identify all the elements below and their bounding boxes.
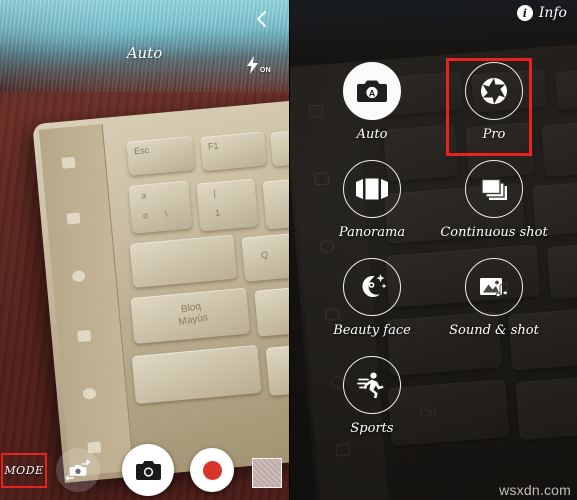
mode-label-sound-and-shot: Sound & shot (449, 323, 539, 338)
key-shift (131, 344, 262, 405)
photo-music-icon (480, 278, 508, 297)
key-tab (129, 234, 238, 288)
mode-label-auto: Auto (356, 127, 388, 142)
mode-label-panorama: Panorama (338, 225, 406, 240)
key-blank-3 (254, 286, 289, 337)
key-blank-1 (262, 176, 289, 230)
mode-button-label: MODE (4, 464, 44, 477)
chevron-left-icon[interactable] (251, 8, 273, 30)
key-f1-label: F1 (207, 140, 219, 152)
switch-camera-icon (65, 459, 91, 481)
key-q-label: Q (260, 249, 269, 261)
mode-icon-wrap-pro (465, 62, 523, 120)
key-backslash-label: \ (164, 208, 168, 219)
mode-item-beauty-face[interactable]: Beauty face (311, 258, 433, 338)
key-q: Q (241, 233, 289, 282)
mode-icon-wrap-sports (343, 356, 401, 414)
key-f2 (270, 127, 289, 167)
mode-item-pro[interactable]: Pro (433, 62, 555, 142)
mode-item-sports[interactable]: Sports (311, 356, 433, 436)
gallery-thumbnail[interactable] (252, 458, 282, 488)
key-a-label: a (140, 190, 147, 201)
camera-icon (135, 460, 161, 480)
record-dot-icon (202, 460, 222, 480)
switch-camera-button[interactable] (56, 448, 100, 492)
mode-icon-wrap-auto: A (343, 62, 401, 120)
info-button[interactable]: i Info (516, 5, 567, 21)
keyboard-subject: Esc F1 a o \ | 1 Q Bloq Mayús (32, 97, 289, 483)
mode-grid: A Auto Pro Panorama Continuous shot Beau… (289, 62, 577, 436)
mode-icon-wrap-sound-and-shot (465, 258, 523, 316)
flash-toggle[interactable]: ON (246, 56, 271, 74)
camera-preview-panel: Esc F1 a o \ | 1 Q Bloq Mayús Auto ON MO… (0, 0, 289, 500)
stacked-photos-icon (481, 178, 507, 200)
mode-icon-wrap-panorama (343, 160, 401, 218)
preview-bottom-bar: MODE (0, 428, 289, 500)
mode-item-auto[interactable]: A Auto (311, 62, 433, 142)
key-blank-5 (265, 343, 289, 396)
preview-top-bar: Auto ON (0, 0, 289, 90)
key-pipe-1: | 1 (196, 178, 259, 232)
panel-divider (289, 0, 290, 500)
watermark: wsxdn.com (499, 482, 571, 498)
flash-icon (246, 56, 258, 74)
beauty-face-icon (362, 274, 387, 297)
key-esc: Esc (126, 135, 196, 176)
mode-icon-wrap-continuous-shot (465, 160, 523, 218)
aperture-icon (481, 78, 507, 104)
screenshot-root: Esc F1 a o \ | 1 Q Bloq Mayús Auto ON MO… (0, 0, 577, 500)
mode-item-continuous-shot[interactable]: Continuous shot (433, 160, 555, 240)
key-o-label: o (142, 210, 149, 221)
mode-item-panorama[interactable]: Panorama (311, 160, 433, 240)
mode-item-sound-and-shot[interactable]: Sound & shot (433, 258, 555, 338)
sports-runner-icon (357, 372, 384, 399)
mode-label-beauty-face: Beauty face (333, 323, 411, 338)
record-button[interactable] (190, 448, 234, 492)
key-1-label: 1 (214, 207, 221, 219)
svg-text:A: A (369, 88, 376, 98)
info-icon: i (516, 5, 533, 21)
mode-icon-wrap-beauty-face (343, 258, 401, 316)
fn-icon-2 (66, 212, 81, 225)
mode-button[interactable]: MODE (1, 453, 47, 488)
key-pipe-label: | (212, 188, 217, 199)
shutter-button[interactable] (122, 444, 174, 496)
info-label: Info (538, 5, 567, 21)
flash-state-label: ON (259, 67, 271, 74)
key-f1: F1 (200, 131, 267, 172)
key-esc-label: Esc (133, 144, 150, 157)
mode-label-sports: Sports (350, 421, 394, 436)
fn-icon-1 (61, 156, 76, 169)
panorama-icon (356, 178, 388, 200)
key-a-o: a o \ (128, 180, 193, 234)
mode-chooser-panel: Ctrl i Info A Auto (289, 0, 577, 500)
mode-label-pro: Pro (482, 127, 506, 142)
camera-auto-icon: A (357, 80, 387, 102)
fn-icon-4 (77, 329, 92, 343)
mode-label-continuous-shot: Continuous shot (440, 225, 548, 240)
